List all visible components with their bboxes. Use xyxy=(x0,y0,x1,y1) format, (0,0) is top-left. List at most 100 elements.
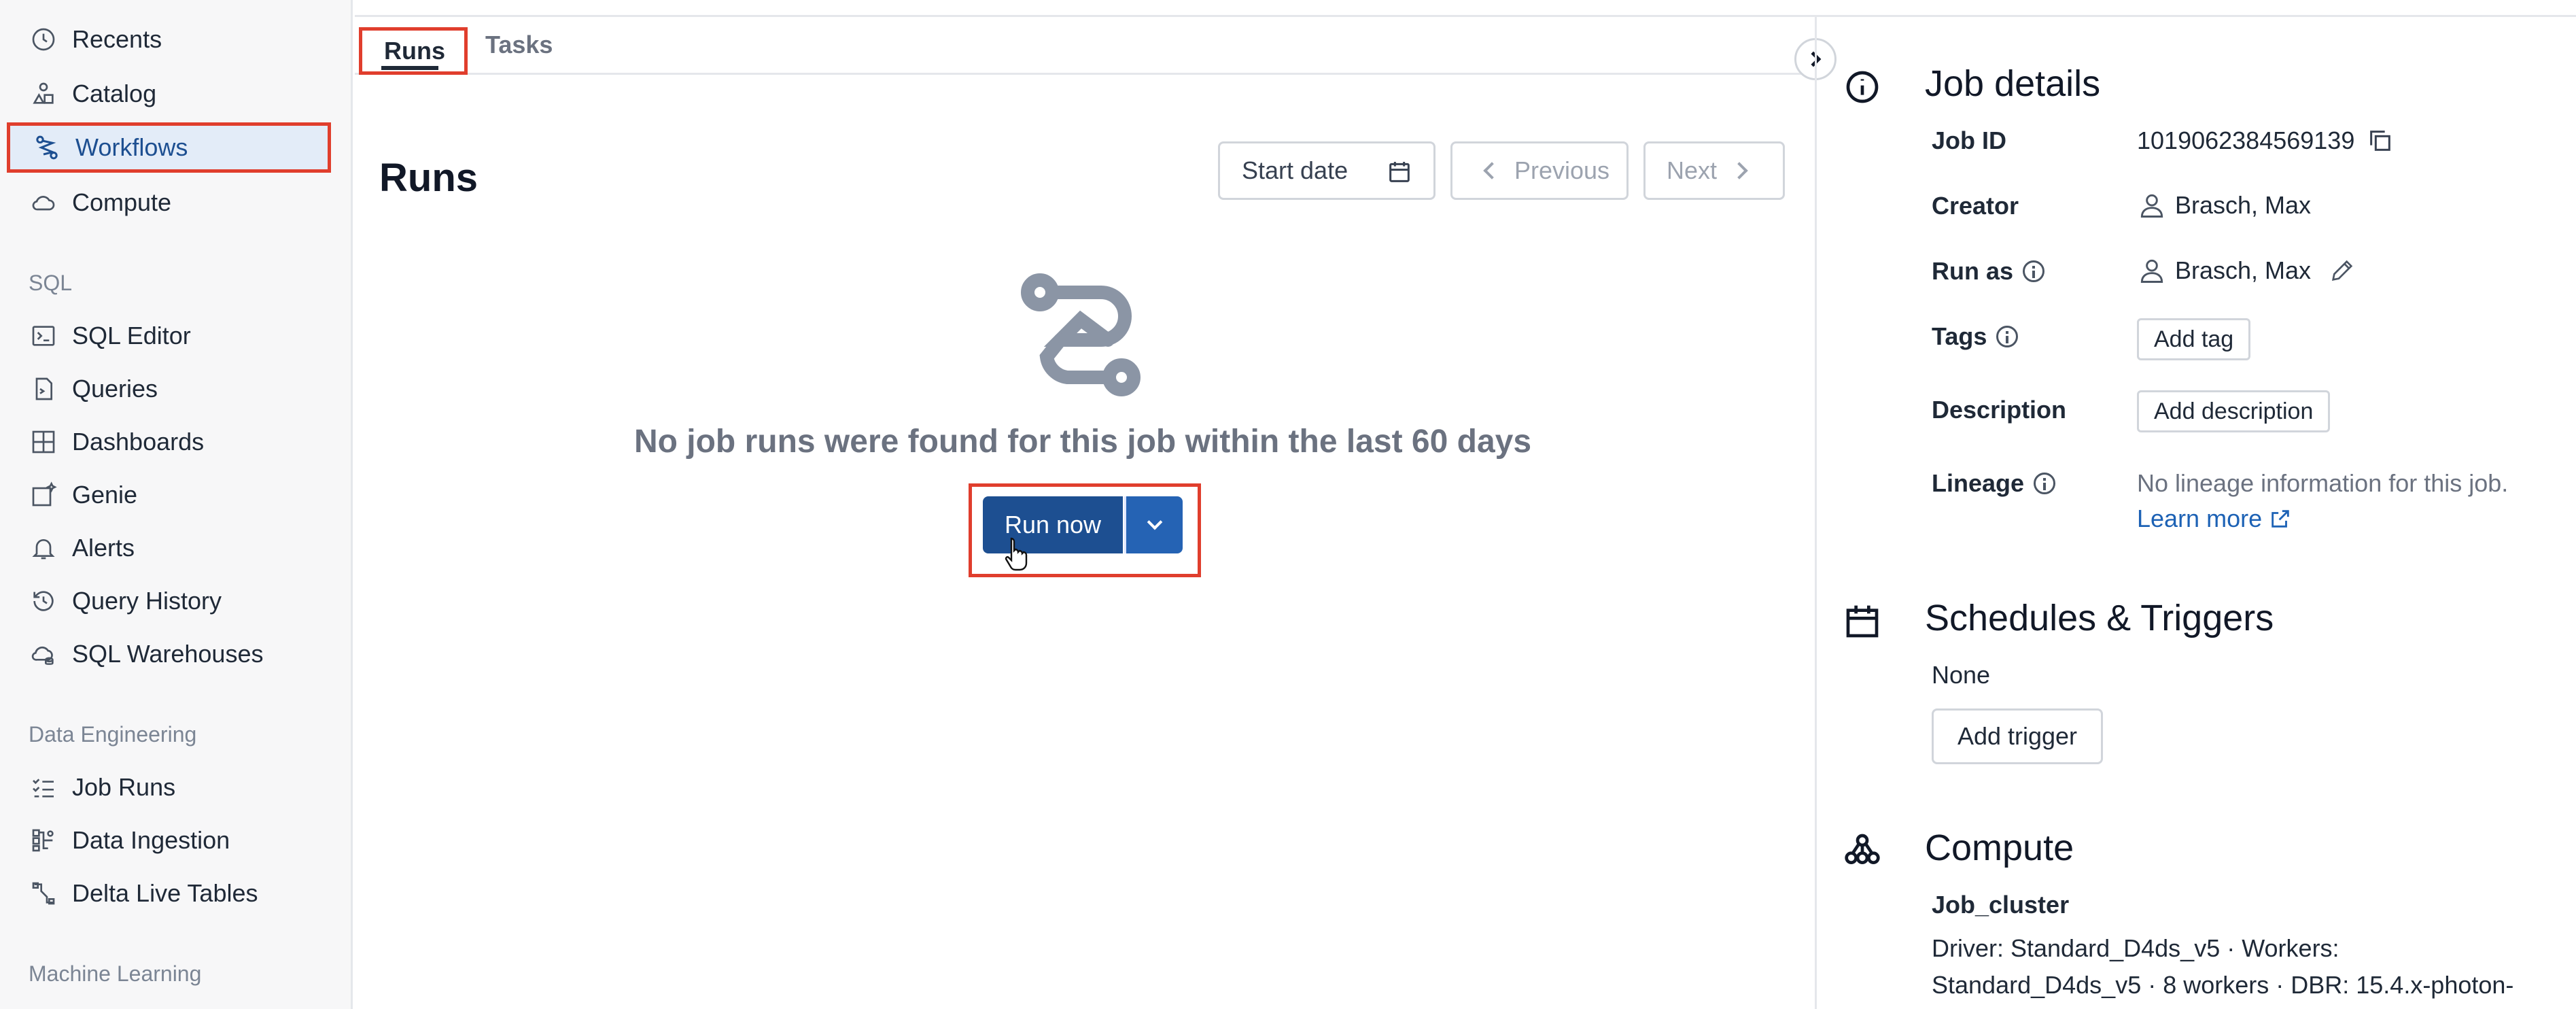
tabs-bar: Runs Tasks xyxy=(355,16,1815,75)
user-icon xyxy=(2140,259,2163,283)
tab-tasks[interactable]: Tasks xyxy=(485,16,553,73)
sidebar-item-label: Compute xyxy=(72,188,172,216)
sidebar-item-alerts[interactable]: Alerts xyxy=(7,524,331,572)
tags-label: Tags xyxy=(1932,322,2019,351)
pencil-icon[interactable] xyxy=(2329,257,2356,284)
tags-label-text: Tags xyxy=(1932,322,1987,350)
dashboard-icon xyxy=(29,427,58,457)
bell-icon xyxy=(29,533,58,563)
cluster-name: Job_cluster xyxy=(1932,891,2070,919)
next-label: Next xyxy=(1666,156,1718,184)
empty-state-message: No job runs were found for this job with… xyxy=(633,424,1532,460)
creator-label: Creator xyxy=(1932,192,2019,220)
creator-name: Brasch, Max xyxy=(2175,191,2312,219)
calendar-icon xyxy=(1846,605,1879,638)
job-details-title: Job details xyxy=(1925,63,2101,104)
info-icon xyxy=(1846,71,1879,103)
terminal-icon xyxy=(29,321,58,351)
catalog-icon xyxy=(29,79,58,109)
description-label: Description xyxy=(1932,396,2067,424)
chevron-down-icon xyxy=(1147,514,1162,530)
chevron-left-icon xyxy=(1483,162,1501,179)
run-as-value: Brasch, Max xyxy=(2137,256,2356,286)
job-id-text: 1019062384569139 xyxy=(2137,126,2355,154)
user-icon xyxy=(2140,194,2163,218)
sidebar-item-label: Delta Live Tables xyxy=(72,879,258,907)
add-tag-button[interactable]: Add tag xyxy=(2137,318,2251,360)
clock-icon xyxy=(29,24,58,54)
sidebar-item-job-runs[interactable]: Job Runs xyxy=(7,763,331,812)
sidebar-item-label: Dashboards xyxy=(72,428,205,456)
sidebar-item-workflows[interactable]: Workflows xyxy=(7,122,331,173)
start-date-picker[interactable]: Start date xyxy=(1218,141,1435,200)
sidebar-item-compute[interactable]: Compute xyxy=(7,178,331,227)
sidebar-item-label: Workflows xyxy=(75,133,188,161)
query-icon xyxy=(29,374,58,404)
lineage-label: Lineage xyxy=(1932,469,2056,498)
panel-divider xyxy=(1815,16,1817,1009)
learn-more-link[interactable]: Learn more xyxy=(2137,504,2292,533)
sparkle-icon xyxy=(29,480,58,510)
sidebar-section-machine-learning: Machine Learning xyxy=(29,961,202,986)
job-id-label: Job ID xyxy=(1932,126,2007,154)
sidebar-item-query-history[interactable]: Query History xyxy=(7,577,331,626)
calendar-icon xyxy=(1389,162,1410,182)
run-options-dropdown[interactable] xyxy=(1124,496,1183,553)
creator-value: Brasch, Max xyxy=(2137,190,2311,220)
sidebar: Recents Catalog Workflows Compute SQL SQ… xyxy=(0,0,353,1009)
run-as-label-text: Run as xyxy=(1932,257,2014,285)
sidebar-item-genie[interactable]: Genie xyxy=(7,471,331,519)
cluster-spec-line1: Driver: Standard_D4ds_v5 · Workers: xyxy=(1932,934,2339,962)
workflows-empty-icon xyxy=(1021,273,1141,396)
cloud-icon xyxy=(29,188,58,218)
sidebar-item-catalog[interactable]: Catalog xyxy=(7,69,331,118)
previous-button[interactable]: Previous xyxy=(1450,141,1629,200)
sidebar-item-queries[interactable]: Queries xyxy=(7,364,331,413)
sidebar-section-data-engineering: Data Engineering xyxy=(29,722,197,747)
schedules-value: None xyxy=(1932,661,1991,689)
lineage-label-text: Lineage xyxy=(1932,469,2025,497)
info-icon[interactable] xyxy=(2034,473,2056,494)
cluster-spec-line2: Standard_D4ds_v5 · 8 workers · DBR: 15.4… xyxy=(1932,971,2514,999)
copy-icon[interactable] xyxy=(2367,127,2394,154)
hand-cursor-icon xyxy=(1005,537,1028,571)
info-icon[interactable] xyxy=(2023,260,2045,282)
cluster-icon xyxy=(1845,834,1880,864)
sidebar-item-recents[interactable]: Recents xyxy=(7,15,331,64)
start-date-label: Start date xyxy=(1242,156,1348,184)
sidebar-section-sql: SQL xyxy=(29,271,73,295)
sidebar-item-dashboards[interactable]: Dashboards xyxy=(7,417,331,466)
compute-title: Compute xyxy=(1925,827,2074,868)
add-description-button[interactable]: Add description xyxy=(2137,390,2331,432)
sidebar-item-label: Job Runs xyxy=(72,773,176,801)
sidebar-item-label: Recents xyxy=(72,25,162,53)
sidebar-item-label: Alerts xyxy=(72,534,135,562)
workflows-icon xyxy=(32,133,62,163)
sidebar-item-data-ingestion[interactable]: Data Ingestion xyxy=(7,816,331,865)
sidebar-item-label: SQL Warehouses xyxy=(72,640,264,668)
pipeline-icon xyxy=(29,878,58,908)
learn-more-text: Learn more xyxy=(2137,504,2263,532)
warehouse-icon xyxy=(29,639,58,669)
next-button[interactable]: Next xyxy=(1643,141,1785,200)
previous-label: Previous xyxy=(1514,156,1610,184)
chevron-right-icon xyxy=(1730,162,1748,179)
run-as-label: Run as xyxy=(1932,257,2045,286)
sidebar-item-label: Catalog xyxy=(72,80,157,107)
tab-runs[interactable]: Runs xyxy=(359,27,468,75)
schedules-title: Schedules & Triggers xyxy=(1925,598,2274,638)
sidebar-item-label: Queries xyxy=(72,375,158,403)
sidebar-item-delta-live-tables[interactable]: Delta Live Tables xyxy=(7,869,331,918)
sidebar-item-label: Genie xyxy=(72,481,138,509)
sidebar-item-label: Query History xyxy=(72,587,222,615)
ingestion-icon xyxy=(29,825,58,855)
sidebar-item-label: SQL Editor xyxy=(72,322,191,349)
job-id-value: 1019062384569139 xyxy=(2137,126,2394,155)
sidebar-item-label: Data Ingestion xyxy=(72,826,230,854)
sidebar-item-sql-editor[interactable]: SQL Editor xyxy=(7,311,331,360)
add-trigger-button[interactable]: Add trigger xyxy=(1932,708,2103,764)
sidebar-item-sql-warehouses[interactable]: SQL Warehouses xyxy=(7,630,331,679)
list-check-icon xyxy=(29,772,58,802)
history-icon xyxy=(29,586,58,616)
info-icon[interactable] xyxy=(1996,326,2019,347)
